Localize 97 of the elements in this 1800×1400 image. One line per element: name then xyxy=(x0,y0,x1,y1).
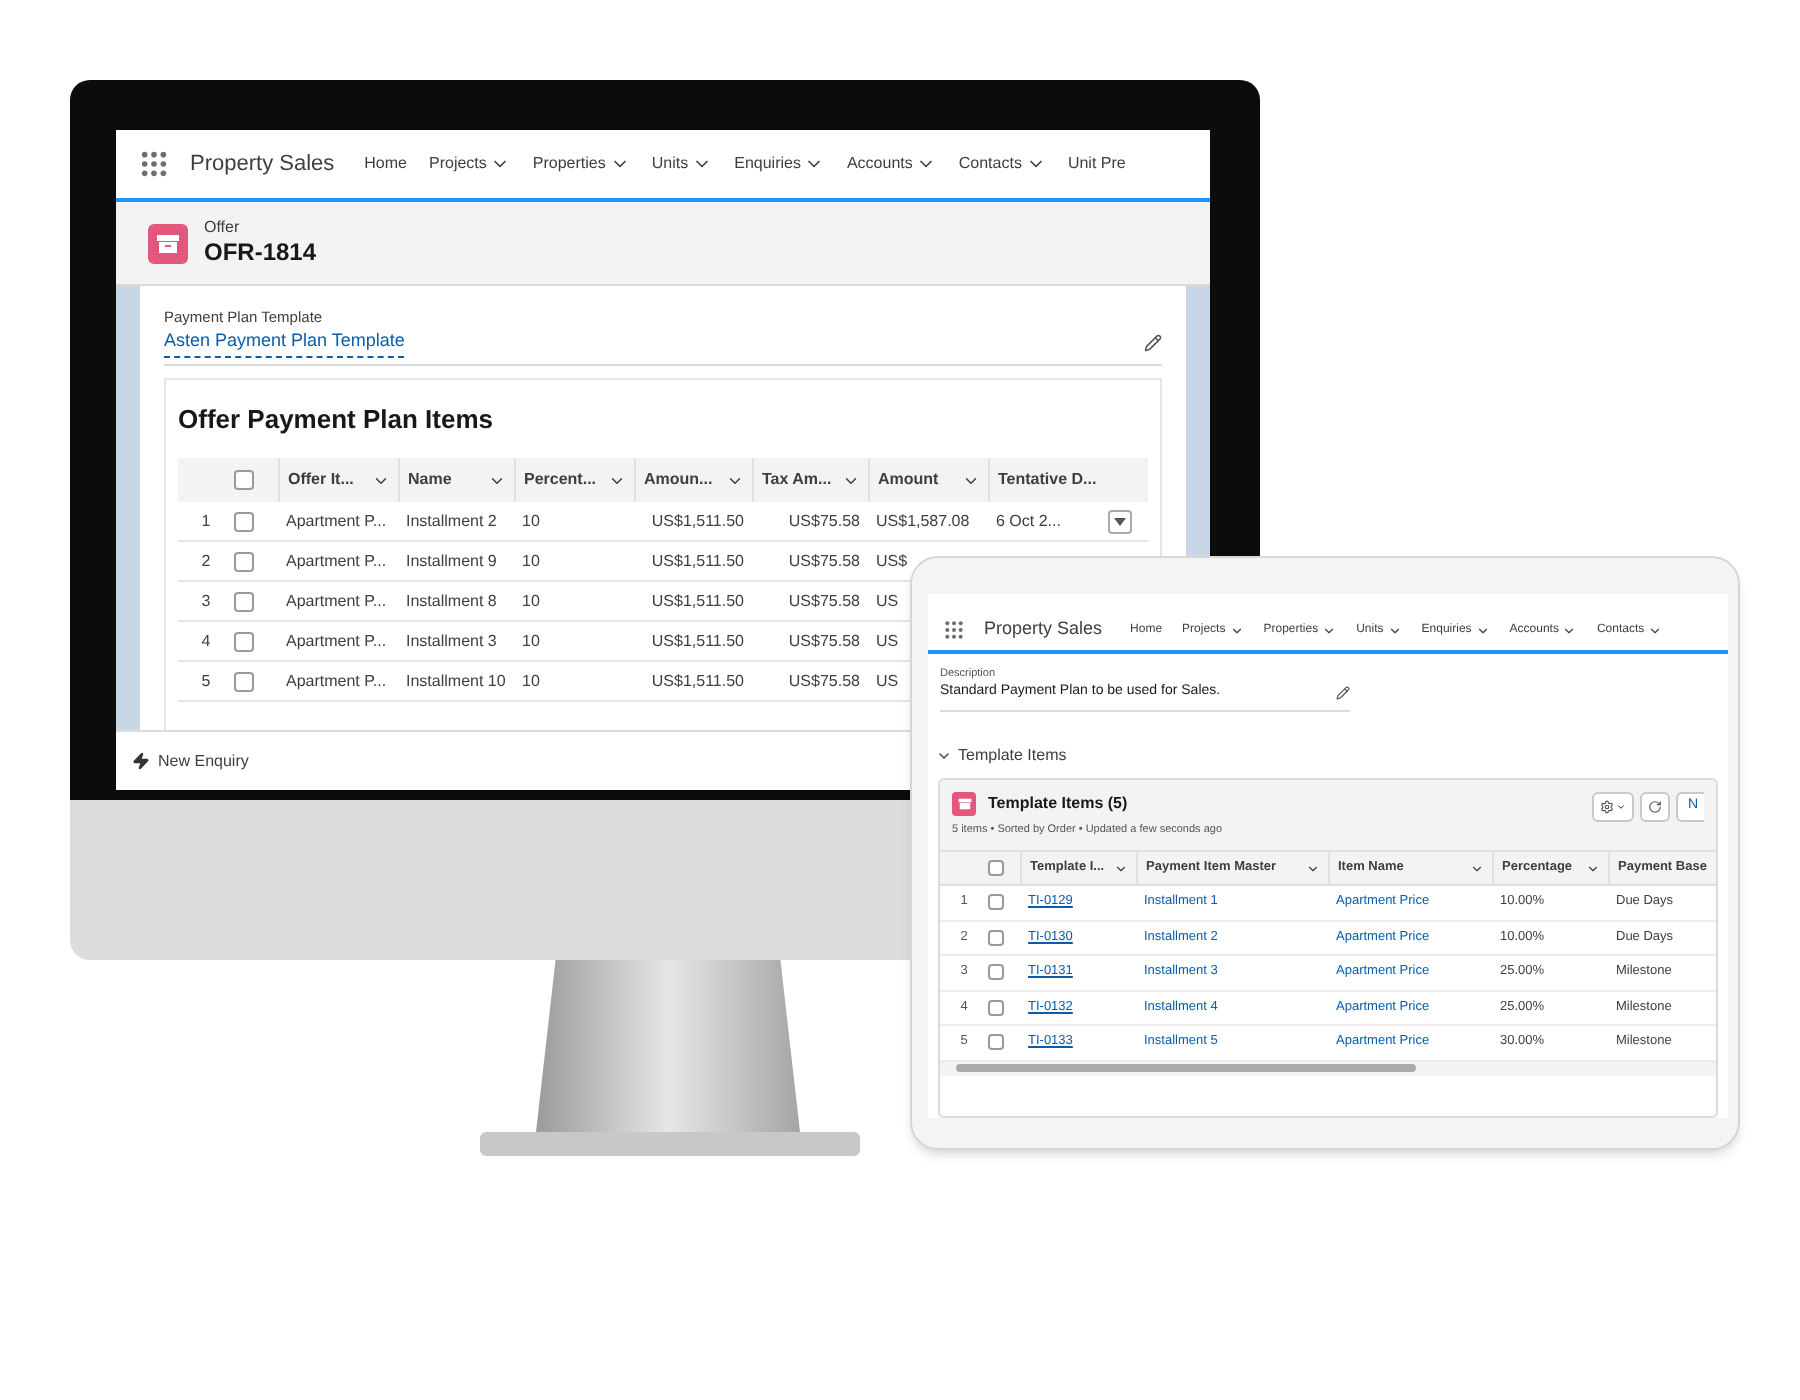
table-cell: Apartment P... xyxy=(286,629,387,654)
table-cell: 10 xyxy=(522,629,540,654)
table-cell: Installment 10 xyxy=(406,669,506,694)
chevron-down-icon xyxy=(1586,861,1600,875)
row-number: 5 xyxy=(199,669,213,694)
record-icon xyxy=(148,223,188,263)
table-cell: US$1,511.50 xyxy=(651,509,744,534)
table-cell: 10 xyxy=(522,509,540,534)
table-cell: Apartment P... xyxy=(286,509,387,534)
chevron-down-icon xyxy=(1229,623,1244,637)
checkbox[interactable] xyxy=(988,894,1004,911)
nav-tab[interactable]: Properties xyxy=(532,152,630,176)
chevron-down-icon xyxy=(1470,861,1484,875)
table-cell: Installment 9 xyxy=(406,549,497,574)
chevron-down-icon xyxy=(1387,623,1402,637)
checkbox[interactable] xyxy=(234,551,254,572)
nav-tab[interactable]: Accounts xyxy=(846,152,937,176)
row-number: 2 xyxy=(199,549,213,574)
checkbox[interactable] xyxy=(988,1034,1004,1051)
checkbox[interactable] xyxy=(234,470,254,491)
record-icon xyxy=(952,791,976,816)
scrollbar-thumb[interactable] xyxy=(956,1064,1416,1072)
table-cell: Installment 8 xyxy=(406,589,497,614)
table-cell: Apartment P... xyxy=(286,669,387,694)
table-cell: 10 xyxy=(522,549,540,574)
nav-tab[interactable]: Enquiries xyxy=(734,152,825,176)
settings-button[interactable] xyxy=(1591,791,1634,822)
checkbox[interactable] xyxy=(234,591,254,612)
record-name: OFR-1814 xyxy=(204,238,317,268)
caret-icon xyxy=(1114,517,1126,526)
row-number: 3 xyxy=(199,589,213,614)
app-name: Property Sales xyxy=(190,149,335,180)
nav-tab[interactable]: Projects xyxy=(429,152,511,176)
nav-tab[interactable]: Contacts xyxy=(958,152,1046,176)
chevron-down-icon xyxy=(1322,623,1337,637)
column-header[interactable]: Tax Am... xyxy=(752,458,868,503)
edit-icon[interactable] xyxy=(1144,334,1162,352)
row-number: 1 xyxy=(199,509,213,534)
checkbox[interactable] xyxy=(234,631,254,652)
chevron-down-icon xyxy=(1114,861,1128,875)
checkbox[interactable] xyxy=(988,929,1004,946)
app-launcher-icon[interactable] xyxy=(140,150,168,178)
checkbox[interactable] xyxy=(988,964,1004,981)
nav-tab[interactable]: Unit Pre xyxy=(1067,152,1126,176)
table-cell: US xyxy=(876,669,899,694)
column-header[interactable]: Offer It... xyxy=(278,458,398,503)
chevron-down-icon xyxy=(1562,623,1577,637)
column-header[interactable]: Name xyxy=(398,458,514,503)
column-header[interactable]: Percent... xyxy=(514,458,634,503)
table-cell: Apartment P... xyxy=(286,589,387,614)
checkbox[interactable] xyxy=(988,860,1004,876)
table-cell: US$75.58 xyxy=(788,629,860,654)
chevron-down-icon xyxy=(1648,623,1663,637)
lightning-icon xyxy=(132,752,150,770)
app-name: Property Sales xyxy=(984,616,1103,643)
app-launcher-icon[interactable] xyxy=(944,620,964,640)
nav-tab[interactable]: Units xyxy=(651,152,713,176)
table-cell: US$1,511.50 xyxy=(651,669,744,694)
edit-icon[interactable] xyxy=(1336,686,1350,700)
table-cell: US xyxy=(876,629,899,654)
row-number: 4 xyxy=(199,629,213,654)
refresh-icon xyxy=(1647,799,1662,814)
table-cell: US$1,587.08 xyxy=(876,509,970,534)
refresh-button[interactable] xyxy=(1639,791,1670,822)
table-cell: 10 xyxy=(522,589,540,614)
table-cell: Installment 3 xyxy=(406,629,497,654)
record-type: Offer xyxy=(204,218,242,238)
table-cell: 6 Oct 2... xyxy=(996,509,1061,534)
chevron-down-icon xyxy=(1306,861,1320,875)
table-cell: US$1,511.50 xyxy=(651,629,744,654)
settings-icon xyxy=(1599,799,1614,814)
table-cell: US$75.58 xyxy=(788,589,860,614)
table-cell: US$ xyxy=(876,549,908,574)
table-cell: Installment 2 xyxy=(406,509,497,534)
chevron-down-icon xyxy=(1475,623,1490,637)
template-link[interactable]: Asten Payment Plan Template xyxy=(164,328,405,358)
row-menu-button[interactable] xyxy=(1108,509,1132,534)
column-header[interactable]: Tentative D... xyxy=(988,458,1108,503)
table-cell: US$75.58 xyxy=(788,549,860,574)
card-title: Template Items (5) xyxy=(988,791,1128,816)
table-cell: US$75.58 xyxy=(788,509,860,534)
section-title: Offer Payment Plan Items xyxy=(178,401,495,438)
column-header[interactable]: Amount xyxy=(868,458,988,503)
table-cell: US$75.58 xyxy=(788,669,860,694)
checkbox[interactable] xyxy=(234,671,254,692)
checkbox[interactable] xyxy=(234,511,254,532)
new-enquiry-button[interactable]: New Enquiry xyxy=(132,749,249,773)
table-cell: US$1,511.50 xyxy=(651,549,744,574)
table-cell: 10 xyxy=(522,669,540,694)
caret-icon xyxy=(1615,801,1626,812)
table-cell: Apartment P... xyxy=(286,549,387,574)
column-header[interactable]: Amoun... xyxy=(634,458,752,503)
table-cell: US$1,511.50 xyxy=(651,589,744,614)
table-cell: US xyxy=(876,589,899,614)
section-toggle[interactable]: Template Items xyxy=(936,743,1720,768)
nav-tab[interactable]: Home xyxy=(364,152,407,176)
checkbox[interactable] xyxy=(988,999,1004,1016)
